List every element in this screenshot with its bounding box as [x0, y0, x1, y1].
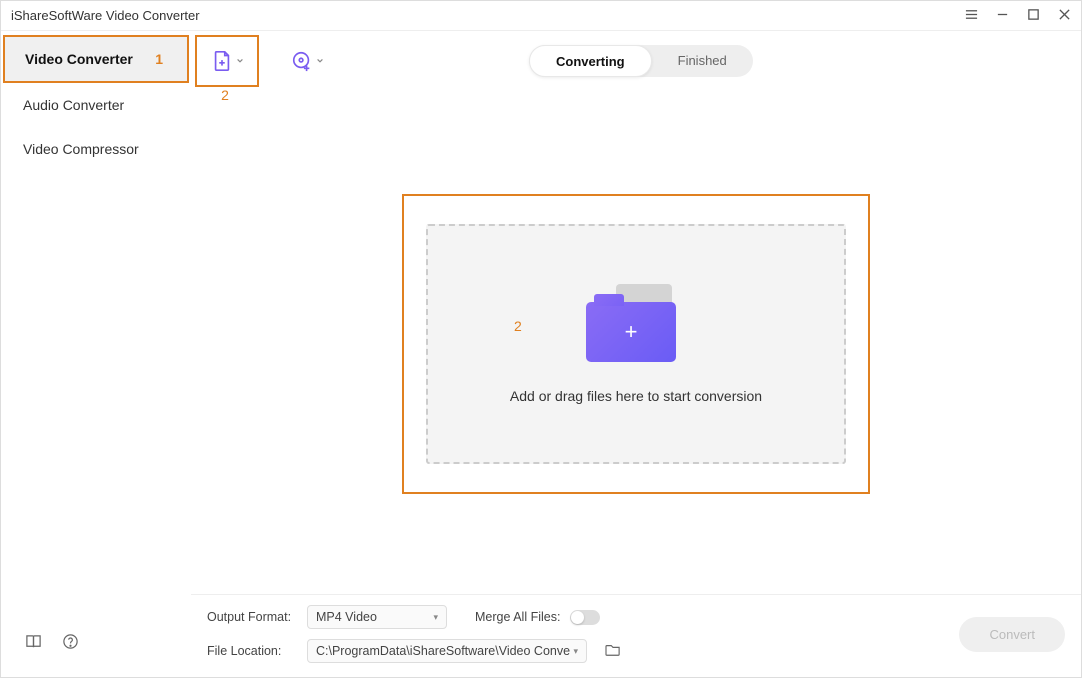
chevron-down-icon — [316, 57, 324, 65]
close-icon[interactable] — [1058, 8, 1071, 24]
titlebar: iShareSoftWare Video Converter — [1, 1, 1081, 31]
book-icon[interactable] — [25, 633, 42, 655]
add-disc-button[interactable] — [275, 35, 339, 87]
maximize-icon[interactable] — [1027, 8, 1040, 24]
merge-files-toggle[interactable] — [570, 610, 600, 625]
tab-finished[interactable]: Finished — [652, 45, 753, 77]
tab-converting[interactable]: Converting — [529, 45, 652, 77]
disc-icon — [291, 50, 313, 72]
sidebar-item-label: Audio Converter — [23, 97, 124, 113]
file-location-label: File Location: — [207, 644, 297, 658]
output-format-select[interactable]: MP4 Video ▾ — [307, 605, 447, 629]
sidebar-item-audio-converter[interactable]: Audio Converter — [1, 83, 191, 127]
merge-files-label: Merge All Files: — [475, 610, 560, 624]
file-location-select[interactable]: C:\ProgramData\iShareSoftware\Video Conv… — [307, 639, 587, 663]
folder-add-icon: + — [586, 284, 686, 364]
chevron-down-icon — [236, 57, 244, 65]
drop-zone[interactable]: + Add or drag files here to start conver… — [426, 224, 846, 464]
help-icon[interactable] — [62, 633, 79, 655]
bottom-bar: Output Format: MP4 Video ▾ Merge All Fil… — [191, 594, 1081, 677]
output-format-value: MP4 Video — [316, 610, 377, 624]
menu-icon[interactable] — [965, 8, 978, 24]
add-file-icon — [211, 50, 233, 72]
app-title: iShareSoftWare Video Converter — [11, 8, 200, 23]
drop-highlight-box: 2 + Add or drag files here to start conv… — [402, 194, 870, 494]
content-area: 2 Converting Finished 2 + Add or drag f — [191, 31, 1081, 677]
add-file-button[interactable] — [195, 35, 259, 87]
status-segment: Converting Finished — [529, 45, 753, 77]
chevron-down-icon: ▾ — [573, 646, 578, 657]
chevron-down-icon: ▾ — [433, 612, 438, 623]
sidebar-item-video-compressor[interactable]: Video Compressor — [1, 127, 191, 171]
sidebar-item-video-converter[interactable]: Video Converter 1 — [3, 35, 189, 83]
open-folder-button[interactable] — [605, 643, 621, 660]
sidebar-item-label: Video Compressor — [23, 141, 139, 157]
file-location-value: C:\ProgramData\iShareSoftware\Video Conv… — [316, 644, 570, 658]
drop-zone-text: Add or drag files here to start conversi… — [510, 388, 762, 404]
output-format-label: Output Format: — [207, 610, 297, 624]
convert-button: Convert — [959, 617, 1065, 652]
annotation-2b: 2 — [514, 318, 522, 334]
sidebar-item-label: Video Converter — [25, 51, 133, 67]
annotation-1: 1 — [155, 51, 171, 67]
minimize-icon[interactable] — [996, 8, 1009, 24]
sidebar: Video Converter 1 Audio Converter Video … — [1, 31, 191, 677]
